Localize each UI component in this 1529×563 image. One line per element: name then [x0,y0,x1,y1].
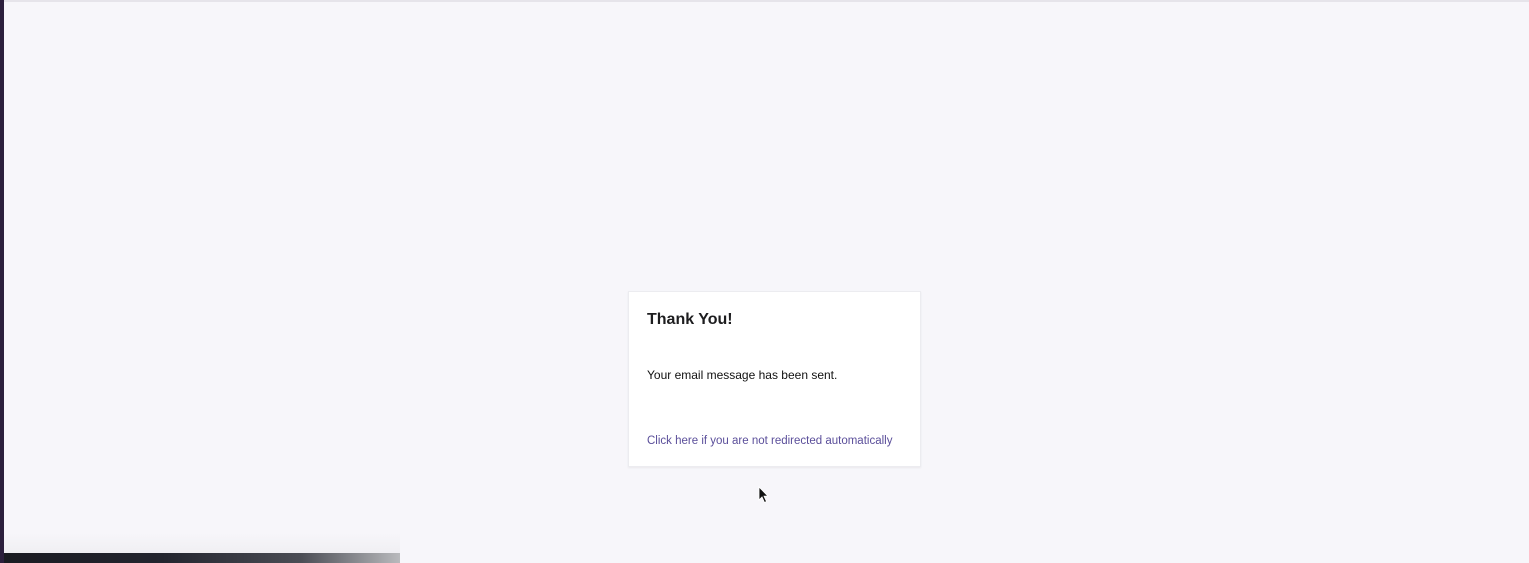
confirmation-message: Your email message has been sent. [647,368,838,382]
mouse-pointer-icon [758,486,769,504]
window-left-edge [0,0,4,563]
redirect-link[interactable]: Click here if you are not redirected aut… [647,435,892,447]
taskbar-fragment [4,553,400,563]
card-title: Thank You! [647,311,733,328]
window-top-edge [0,0,1529,2]
taskbar-shadow [4,533,400,553]
thank-you-card: Thank You! Your email message has been s… [628,291,921,467]
